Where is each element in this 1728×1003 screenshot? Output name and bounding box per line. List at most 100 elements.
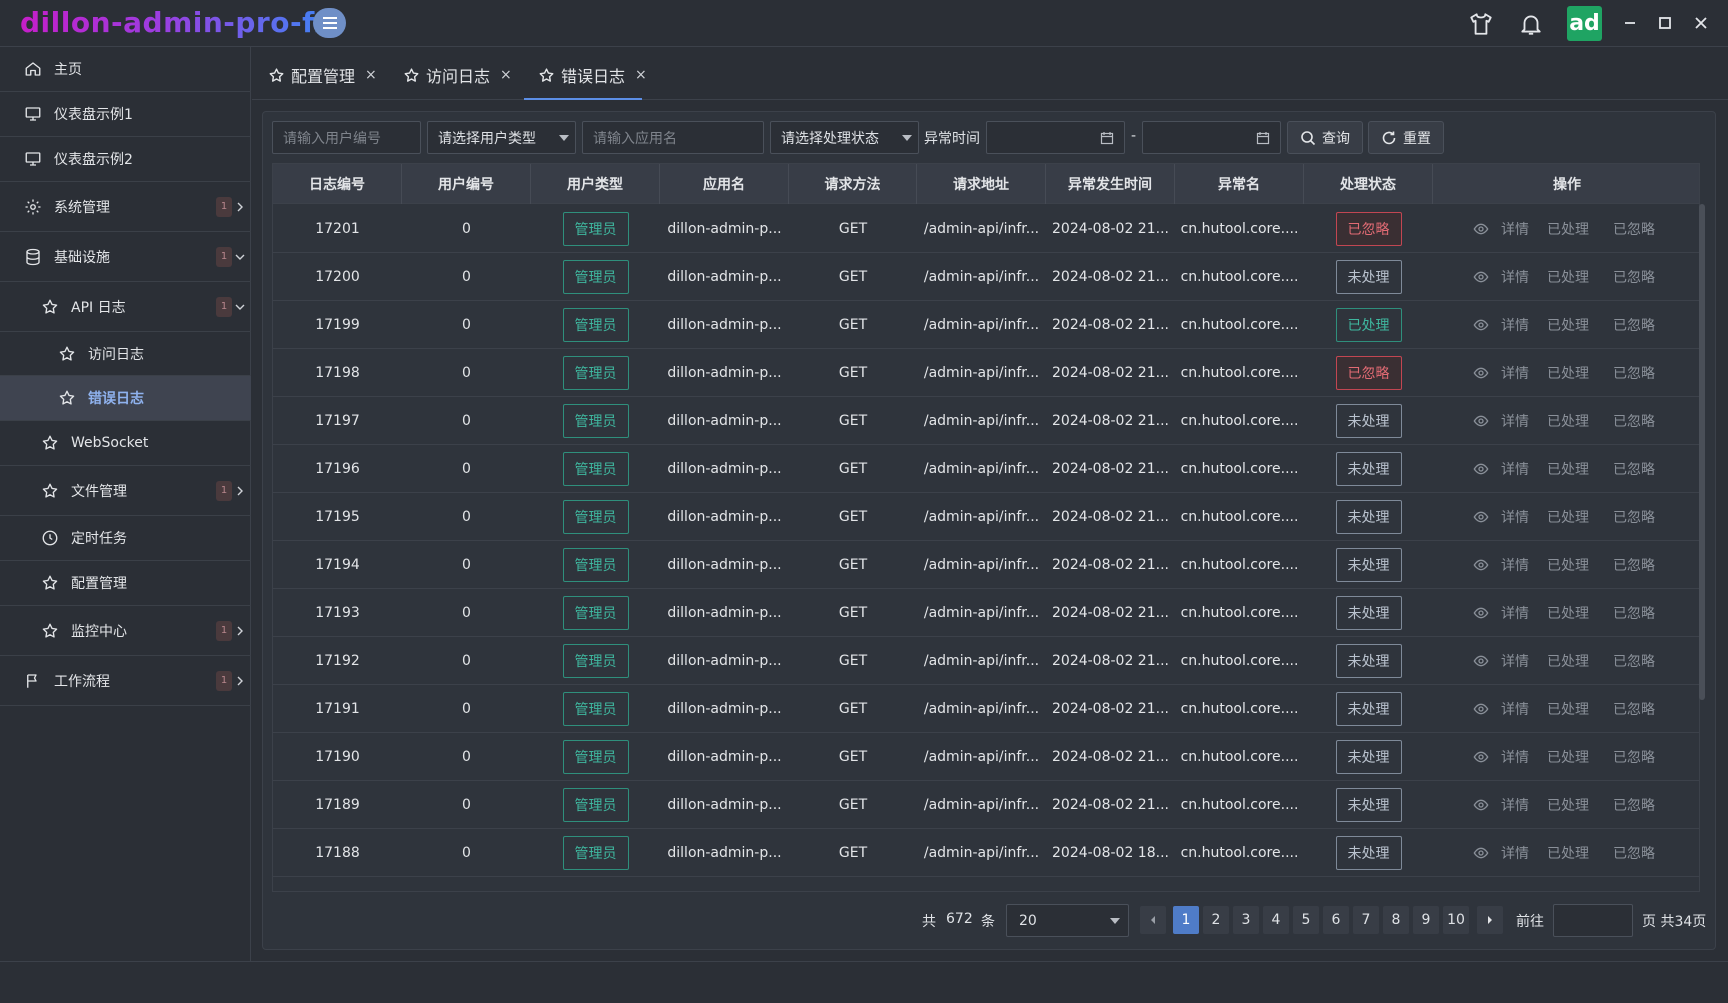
sidebar-item-scheduled-tasks[interactable]: 定时任务: [0, 516, 251, 561]
reset-button[interactable]: 重置: [1368, 121, 1444, 154]
mark-handled-button[interactable]: 已处理: [1547, 397, 1589, 445]
mark-ignored-button[interactable]: 已忽略: [1613, 205, 1655, 253]
sidebar-item-home[interactable]: 主页: [0, 47, 251, 92]
process-status-select[interactable]: 请选择处理状态: [770, 121, 919, 154]
close-window-button[interactable]: [1688, 10, 1714, 36]
tab-close-button[interactable]: ×: [365, 67, 377, 83]
mark-ignored-button[interactable]: 已忽略: [1613, 781, 1655, 829]
page-button[interactable]: 7: [1353, 906, 1379, 934]
mark-handled-button[interactable]: 已处理: [1547, 829, 1589, 877]
mark-handled-button[interactable]: 已处理: [1547, 349, 1589, 397]
sidebar-item-error-log[interactable]: 错误日志: [0, 376, 251, 421]
menu-toggle-button[interactable]: [313, 8, 346, 38]
app-name-input[interactable]: 请输入应用名: [582, 121, 764, 154]
mark-handled-button[interactable]: 已处理: [1547, 637, 1589, 685]
mark-handled-button[interactable]: 已处理: [1547, 733, 1589, 781]
page-button[interactable]: 6: [1323, 906, 1349, 934]
detail-button[interactable]: 详情: [1473, 301, 1529, 349]
column-header[interactable]: 异常发生时间: [1046, 164, 1175, 204]
page-button[interactable]: 5: [1293, 906, 1319, 934]
sidebar-item-infrastructure[interactable]: 基础设施 1: [0, 232, 251, 282]
mark-ignored-button[interactable]: 已忽略: [1613, 829, 1655, 877]
mark-ignored-button[interactable]: 已忽略: [1613, 589, 1655, 637]
column-header[interactable]: 用户编号: [402, 164, 531, 204]
user-id-input[interactable]: 请输入用户编号: [272, 121, 421, 154]
minimize-button[interactable]: [1617, 10, 1643, 36]
detail-button[interactable]: 详情: [1473, 589, 1529, 637]
page-button[interactable]: 10: [1443, 906, 1469, 934]
table-row[interactable]: 17193 0 管理员 dillon-admin-p... GET/admin-api/…: [273, 589, 1699, 637]
table-row[interactable]: 17199 0 管理员 dillon-admin-p... GET/admin-api/…: [273, 301, 1699, 349]
detail-button[interactable]: 详情: [1473, 349, 1529, 397]
table-row[interactable]: 17200 0 管理员 dillon-admin-p... GET/admin-api/…: [273, 253, 1699, 301]
sidebar-item-config[interactable]: 配置管理: [0, 561, 251, 606]
prev-page-button[interactable]: [1140, 906, 1166, 934]
page-button[interactable]: 4: [1263, 906, 1289, 934]
detail-button[interactable]: 详情: [1473, 253, 1529, 301]
tab-config[interactable]: 配置管理 ×: [268, 60, 377, 90]
table-row[interactable]: 17195 0 管理员 dillon-admin-p... GET/admin-api/…: [273, 493, 1699, 541]
mark-handled-button[interactable]: 已处理: [1547, 541, 1589, 589]
mark-ignored-button[interactable]: 已忽略: [1613, 253, 1655, 301]
goto-page-input[interactable]: [1553, 904, 1633, 937]
sidebar-item-workflow[interactable]: 工作流程 1: [0, 656, 251, 706]
avatar[interactable]: ad: [1567, 6, 1602, 41]
tab-close-button[interactable]: ×: [500, 67, 512, 83]
next-page-button[interactable]: [1477, 906, 1503, 934]
search-button[interactable]: 查询: [1287, 121, 1363, 154]
column-header[interactable]: 处理状态: [1304, 164, 1433, 204]
tab-access-log[interactable]: 访问日志 ×: [403, 60, 512, 90]
table-row[interactable]: 17201 0 管理员 dillon-admin-p... GET/admin-api/…: [273, 205, 1699, 253]
tab-close-button[interactable]: ×: [635, 67, 647, 83]
mark-ignored-button[interactable]: 已忽略: [1613, 733, 1655, 781]
notifications-button[interactable]: [1517, 10, 1545, 38]
mark-ignored-button[interactable]: 已忽略: [1613, 637, 1655, 685]
detail-button[interactable]: 详情: [1473, 637, 1529, 685]
mark-ignored-button[interactable]: 已忽略: [1613, 541, 1655, 589]
mark-ignored-button[interactable]: 已忽略: [1613, 349, 1655, 397]
table-row[interactable]: 17189 0 管理员 dillon-admin-p... GET/admin-api/…: [273, 781, 1699, 829]
table-row[interactable]: 17197 0 管理员 dillon-admin-p... GET/admin-api/…: [273, 397, 1699, 445]
sidebar-item-system[interactable]: 系统管理 1: [0, 182, 251, 232]
table-row[interactable]: 17188 0 管理员 dillon-admin-p... GET/admin-api/…: [273, 829, 1699, 877]
table-row[interactable]: 17198 0 管理员 dillon-admin-p... GET/admin-api/…: [273, 349, 1699, 397]
page-button[interactable]: 9: [1413, 906, 1439, 934]
column-header[interactable]: 操作: [1433, 164, 1699, 204]
mark-handled-button[interactable]: 已处理: [1547, 685, 1589, 733]
column-header[interactable]: 请求方法: [789, 164, 917, 204]
mark-handled-button[interactable]: 已处理: [1547, 781, 1589, 829]
table-row[interactable]: 17194 0 管理员 dillon-admin-p... GET/admin-api/…: [273, 541, 1699, 589]
page-size-select[interactable]: 20: [1006, 904, 1129, 937]
tab-error-log[interactable]: 错误日志 ×: [538, 60, 647, 90]
mark-handled-button[interactable]: 已处理: [1547, 253, 1589, 301]
sidebar-item-monitor[interactable]: 监控中心 1: [0, 606, 251, 656]
mark-handled-button[interactable]: 已处理: [1547, 301, 1589, 349]
sidebar-item-dashboard1[interactable]: 仪表盘示例1: [0, 92, 251, 137]
detail-button[interactable]: 详情: [1473, 829, 1529, 877]
sidebar-item-dashboard2[interactable]: 仪表盘示例2: [0, 137, 251, 182]
column-header[interactable]: 异常名: [1175, 164, 1304, 204]
mark-handled-button[interactable]: 已处理: [1547, 589, 1589, 637]
detail-button[interactable]: 详情: [1473, 205, 1529, 253]
mark-handled-button[interactable]: 已处理: [1547, 493, 1589, 541]
page-button[interactable]: 2: [1203, 906, 1229, 934]
column-header[interactable]: 请求地址: [917, 164, 1046, 204]
maximize-button[interactable]: [1652, 10, 1678, 36]
mark-ignored-button[interactable]: 已忽略: [1613, 445, 1655, 493]
table-row[interactable]: 17196 0 管理员 dillon-admin-p... GET/admin-api/…: [273, 445, 1699, 493]
page-button[interactable]: 1: [1173, 906, 1199, 934]
sidebar-item-api-log[interactable]: API 日志 1: [0, 282, 251, 332]
mark-ignored-button[interactable]: 已忽略: [1613, 493, 1655, 541]
mark-ignored-button[interactable]: 已忽略: [1613, 301, 1655, 349]
table-row[interactable]: 17191 0 管理员 dillon-admin-p... GET/admin-api/…: [273, 685, 1699, 733]
user-type-select[interactable]: 请选择用户类型: [427, 121, 576, 154]
mark-handled-button[interactable]: 已处理: [1547, 445, 1589, 493]
sidebar-item-websocket[interactable]: WebSocket: [0, 421, 251, 466]
end-date-input[interactable]: [1142, 121, 1281, 154]
sidebar-item-access-log[interactable]: 访问日志: [0, 332, 251, 376]
theme-button[interactable]: [1467, 10, 1495, 38]
detail-button[interactable]: 详情: [1473, 493, 1529, 541]
page-button[interactable]: 3: [1233, 906, 1259, 934]
detail-button[interactable]: 详情: [1473, 685, 1529, 733]
table-row[interactable]: 17190 0 管理员 dillon-admin-p... GET/admin-api/…: [273, 733, 1699, 781]
